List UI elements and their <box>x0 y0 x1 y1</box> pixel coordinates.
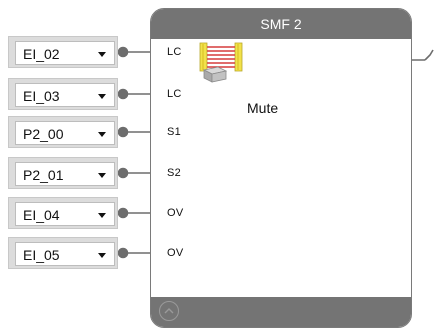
input-connector-dot-6 <box>117 247 129 259</box>
pin-label-5: OV <box>167 207 184 219</box>
block-title: SMF 2 <box>151 9 411 39</box>
muting-light-curtain-icon <box>199 42 243 83</box>
input-dropdown-3[interactable]: P2_00 <box>15 121 115 145</box>
input-dropdown-value: EI_02 <box>23 46 60 62</box>
input-selector-2: EI_03 <box>8 78 118 110</box>
dropdown-arrow-icon[interactable] <box>98 52 106 57</box>
input-connector-dot-4 <box>117 167 129 179</box>
input-selector-4: P2_01 <box>8 157 118 189</box>
input-dropdown-value: EI_03 <box>23 88 60 104</box>
input-connector-dot-1 <box>117 46 129 58</box>
dropdown-arrow-icon[interactable] <box>98 94 106 99</box>
input-connector-dot-5 <box>117 207 129 219</box>
input-selector-5: EI_04 <box>8 197 118 229</box>
chevron-up-icon <box>164 308 174 314</box>
input-selector-1: EI_02 <box>8 36 118 68</box>
input-dropdown-6[interactable]: EI_05 <box>15 242 115 266</box>
collapse-button[interactable] <box>159 301 179 321</box>
function-block-smf[interactable]: SMF 2 <box>150 8 412 328</box>
pin-label-4: S2 <box>167 167 182 179</box>
block-footer <box>151 297 411 327</box>
pin-label-1: LC <box>167 46 182 58</box>
dropdown-arrow-icon[interactable] <box>98 253 106 258</box>
input-dropdown-4[interactable]: P2_01 <box>15 162 115 186</box>
pin-label-3: S1 <box>167 126 182 138</box>
dropdown-arrow-icon[interactable] <box>98 213 106 218</box>
dropdown-arrow-icon[interactable] <box>98 173 106 178</box>
input-dropdown-2[interactable]: EI_03 <box>15 83 115 107</box>
input-selector-6: EI_05 <box>8 237 118 269</box>
input-dropdown-value: P2_01 <box>23 167 64 183</box>
pin-label-6: OV <box>167 247 184 259</box>
input-selector-3: P2_00 <box>8 116 118 148</box>
input-dropdown-value: EI_05 <box>23 247 60 263</box>
input-dropdown-value: EI_04 <box>23 207 60 223</box>
pin-label-2: LC <box>167 88 182 100</box>
input-dropdown-5[interactable]: EI_04 <box>15 202 115 226</box>
input-dropdown-1[interactable]: EI_02 <box>15 41 115 65</box>
input-dropdown-value: P2_00 <box>23 126 64 142</box>
function-label: Mute <box>247 100 279 116</box>
dropdown-arrow-icon[interactable] <box>98 132 106 137</box>
input-connector-dot-3 <box>117 126 129 138</box>
input-connector-dot-2 <box>117 88 129 100</box>
wire-output-tail <box>424 49 434 61</box>
